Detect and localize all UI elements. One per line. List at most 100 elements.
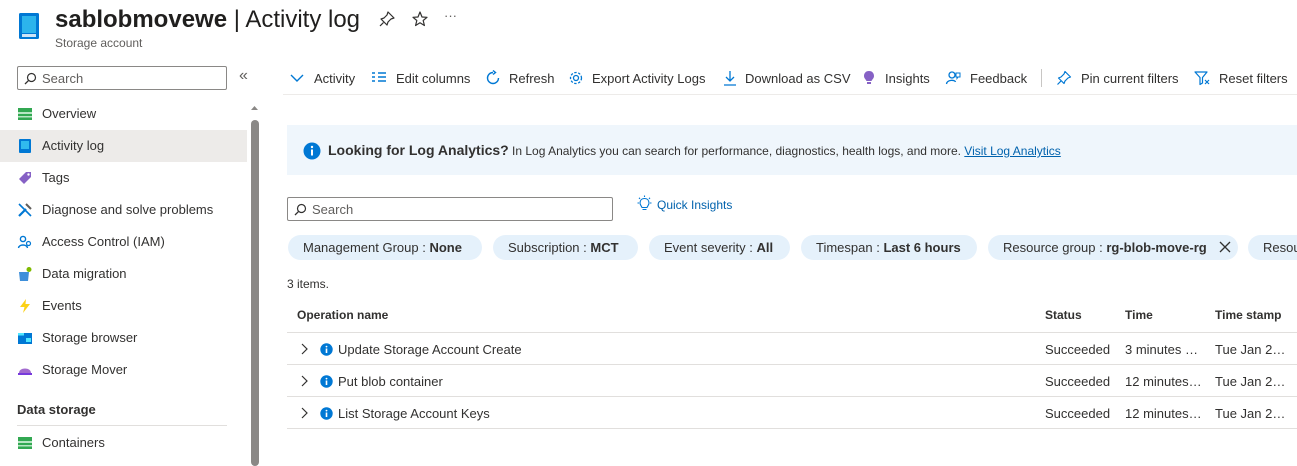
chevron-right-icon[interactable] <box>300 375 310 387</box>
page-title: sablobmovewe | Activity log <box>55 6 360 34</box>
sidebar-item-label: Activity log <box>42 138 105 153</box>
download-csv-button[interactable]: Download as CSV <box>722 62 851 94</box>
filter-pill-resource-overflow[interactable]: Resou <box>1248 235 1297 260</box>
status: Succeeded <box>1045 374 1111 389</box>
storage-account-icon <box>19 13 39 39</box>
filter-pill-event-severity[interactable]: Event severity : All <box>649 235 790 260</box>
time-stamp: Tue Jan 23 2024 <box>1215 374 1287 389</box>
gear-icon <box>569 71 583 85</box>
items-count: 3 items. <box>287 277 330 291</box>
column-header-status[interactable]: Status <box>1045 308 1082 322</box>
activity-button[interactable]: Activity <box>290 62 360 94</box>
refresh-button[interactable]: Refresh <box>485 62 557 94</box>
lightbulb-icon <box>864 71 874 84</box>
toolbar-divider <box>283 94 1297 95</box>
sidebar-item-diagnose[interactable]: Diagnose and solve problems <box>0 194 247 226</box>
banner-title: Looking for Log Analytics? <box>328 142 509 158</box>
sidebar-item-label: Diagnose and solve problems <box>42 202 214 217</box>
activity-log-icon <box>19 139 31 153</box>
sidebar-item-events[interactable]: Events <box>0 290 247 322</box>
sidebar-item-access-control[interactable]: Access Control (IAM) <box>0 226 247 258</box>
chevron-right-icon[interactable] <box>300 343 310 355</box>
info-icon <box>303 142 321 160</box>
page-subtitle: Storage account <box>55 36 143 50</box>
lightning-icon <box>20 299 30 313</box>
table-row[interactable]: Put blob container Succeeded 12 minutes … <box>287 365 1297 397</box>
time-stamp: Tue Jan 23 2024 <box>1215 406 1287 421</box>
sidebar-item-label: Storage Mover <box>42 362 128 377</box>
column-header-operation-name[interactable]: Operation name <box>297 308 388 322</box>
pin-icon <box>1057 70 1072 85</box>
sidebar-item-label: Events <box>42 298 82 313</box>
sidebar-item-data-migration[interactable]: Data migration <box>0 258 247 290</box>
column-header-time-stamp[interactable]: Time stamp <box>1215 308 1281 322</box>
tag-icon <box>19 172 31 184</box>
time: 12 minutes ago <box>1125 374 1205 389</box>
table-row[interactable]: List Storage Account Keys Succeeded 12 m… <box>287 397 1297 429</box>
status: Succeeded <box>1045 342 1111 357</box>
search-icon <box>24 72 37 85</box>
refresh-icon <box>486 70 500 85</box>
activity-search-box[interactable] <box>287 197 613 221</box>
status: Succeeded <box>1045 406 1111 421</box>
filter-pill-management-group[interactable]: Management Group : None <box>288 235 482 260</box>
sidebar-item-label: Storage browser <box>42 330 138 345</box>
filter-pill-resource-group[interactable]: Resource group : rg-blob-move-rg <box>988 235 1238 260</box>
pin-current-filters-button[interactable]: Pin current filters <box>1056 62 1181 94</box>
menu-search-box[interactable] <box>17 66 227 90</box>
collapse-menu-button[interactable]: « <box>239 67 253 85</box>
operation-name: Put blob container <box>338 374 443 389</box>
log-analytics-info-banner: Looking for Log Analytics? In Log Analyt… <box>287 125 1297 175</box>
info-icon <box>320 407 333 420</box>
info-icon <box>320 375 333 388</box>
sidebar-item-containers[interactable]: Containers <box>0 427 247 459</box>
section-heading-data-storage: Data storage <box>17 402 96 417</box>
chevron-down-icon <box>290 74 304 82</box>
sidebar-item-label: Overview <box>42 106 97 121</box>
command-bar: Activity Edit columns Refresh Export Act… <box>283 62 1297 94</box>
banner-body: In Log Analytics you can search for perf… <box>508 144 965 158</box>
insights-button[interactable]: Insights <box>861 62 931 94</box>
download-icon <box>724 71 736 86</box>
filter-reset-icon <box>1194 71 1210 86</box>
filter-pill-timespan[interactable]: Timespan : Last 6 hours <box>801 235 977 260</box>
activity-search-input[interactable] <box>312 200 602 218</box>
sidebar-scrollbar[interactable] <box>251 120 259 466</box>
sidebar-item-storage-browser[interactable]: Storage browser <box>0 322 247 354</box>
feedback-icon <box>945 71 961 85</box>
sidebar-item-activity-log[interactable]: Activity log <box>0 130 247 162</box>
star-icon[interactable] <box>411 10 429 28</box>
wrench-icon <box>18 203 32 217</box>
reset-filters-button[interactable]: Reset filters <box>1194 62 1294 94</box>
storage-browser-icon <box>18 333 32 344</box>
time-stamp: Tue Jan 23 2024 <box>1215 342 1287 357</box>
more-options-icon[interactable]: ··· <box>444 8 462 26</box>
sidebar-item-overview[interactable]: Overview <box>0 98 247 130</box>
column-header-time[interactable]: Time <box>1125 308 1153 322</box>
table-row[interactable]: Update Storage Account Create Succeeded … <box>287 333 1297 365</box>
row-divider <box>287 428 1297 429</box>
edit-columns-icon <box>372 72 386 82</box>
sidebar-item-storage-mover[interactable]: Storage Mover <box>0 354 247 386</box>
banner-text: Looking for Log Analytics? In Log Analyt… <box>328 142 1061 158</box>
chevron-right-icon[interactable] <box>300 407 310 419</box>
visit-log-analytics-link[interactable]: Visit Log Analytics <box>964 144 1061 158</box>
blade-title: Activity log <box>245 6 361 33</box>
edit-columns-button[interactable]: Edit columns <box>371 62 471 94</box>
scroll-up-arrow-icon[interactable] <box>250 103 259 112</box>
resource-name: sablobmovewe <box>55 6 228 33</box>
filter-pill-subscription[interactable]: Subscription : MCT <box>493 235 638 260</box>
blade-header: sablobmovewe | Activity log Storage acco… <box>0 0 1297 58</box>
toolbar-separator <box>1041 69 1042 87</box>
export-activity-logs-button[interactable]: Export Activity Logs <box>568 62 708 94</box>
sidebar-item-tags[interactable]: Tags <box>0 162 247 194</box>
sidebar-item-label: Data migration <box>42 266 127 281</box>
storage-mover-icon <box>18 368 32 375</box>
search-icon <box>294 203 307 216</box>
menu-search-input[interactable] <box>42 69 222 87</box>
close-icon[interactable] <box>1218 240 1232 254</box>
pin-icon[interactable] <box>378 10 396 28</box>
feedback-button[interactable]: Feedback <box>945 62 1029 94</box>
resource-menu: « Overview Activity log Tags Diagnose an… <box>0 58 260 466</box>
divider <box>17 425 227 426</box>
